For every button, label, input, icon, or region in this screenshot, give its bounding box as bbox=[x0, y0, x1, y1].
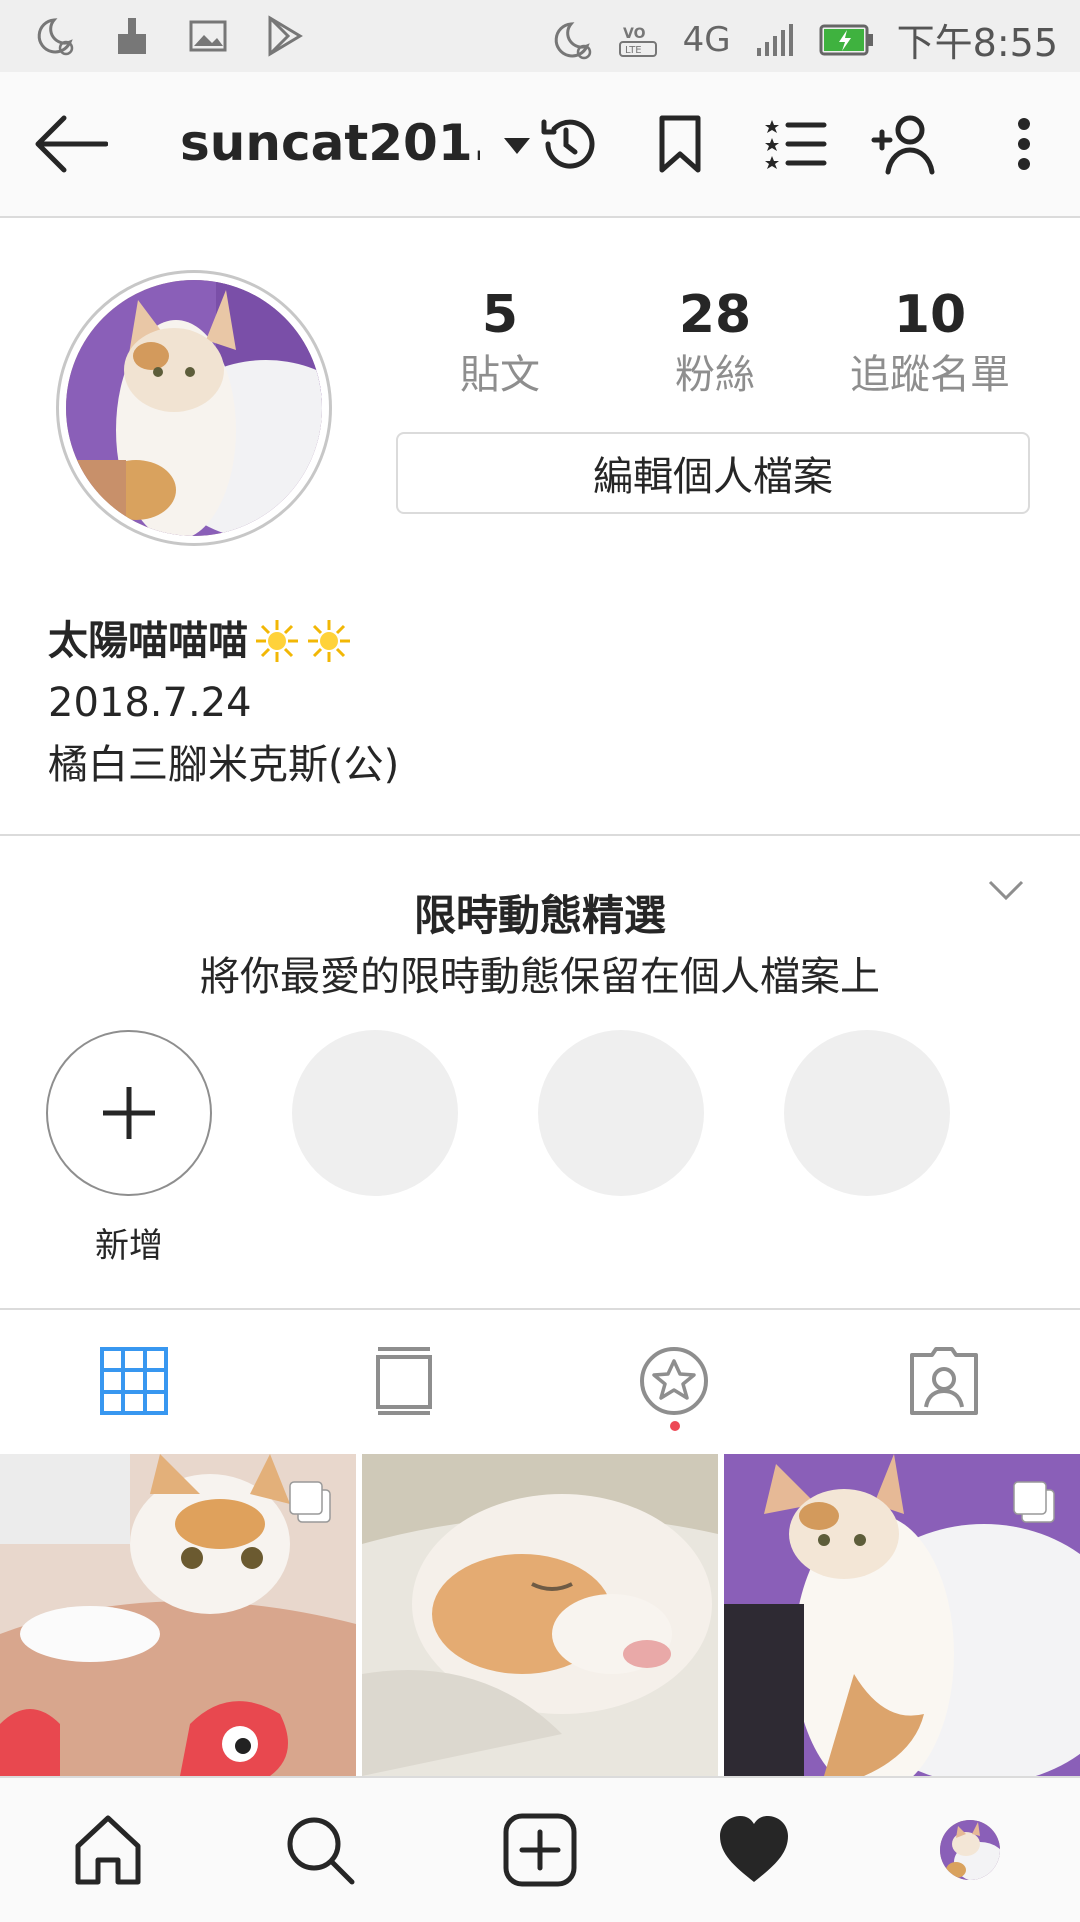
sun-emoji-icon bbox=[256, 620, 298, 662]
activity-heart-icon[interactable] bbox=[716, 1812, 792, 1888]
history-icon[interactable] bbox=[534, 112, 598, 176]
profile-display-name: 太陽喵喵喵 bbox=[48, 618, 248, 664]
stat-value: 5 bbox=[481, 285, 519, 345]
following-count-stat[interactable]: 10 追蹤名單 bbox=[825, 282, 1035, 402]
new-highlight-button[interactable] bbox=[46, 1030, 212, 1196]
network-type: 4G bbox=[682, 19, 731, 60]
volte-icon: VO LTE bbox=[618, 26, 657, 57]
post-thumbnail[interactable] bbox=[362, 1454, 718, 1776]
profile-stats: 5 貼文 28 粉絲 10 追蹤名單 bbox=[395, 282, 1035, 402]
cleaner-icon bbox=[118, 18, 146, 54]
play-store-icon bbox=[268, 15, 303, 57]
cat-photo-image bbox=[940, 1820, 1000, 1880]
stat-label: 追蹤名單 bbox=[850, 352, 1010, 398]
profile-tab-avatar[interactable] bbox=[940, 1820, 1000, 1880]
profile-avatar-ring[interactable] bbox=[56, 270, 332, 546]
bottom-navigation bbox=[0, 1776, 1080, 1922]
highlight-placeholder bbox=[784, 1030, 950, 1196]
profile-display-name-row: 太陽喵喵喵 bbox=[48, 610, 399, 672]
clock: 下午8:55 bbox=[896, 21, 1058, 65]
post-thumbnail[interactable] bbox=[0, 1454, 356, 1776]
posts-count-stat[interactable]: 5 貼文 bbox=[395, 282, 605, 402]
more-options-icon[interactable] bbox=[1000, 112, 1048, 176]
story-highlights-subtitle: 將你最愛的限時動態保留在個人檔案上 bbox=[200, 954, 880, 1000]
bookmark-icon[interactable] bbox=[648, 112, 712, 176]
stat-value: 28 bbox=[678, 285, 752, 345]
signal-icon bbox=[756, 23, 793, 56]
account-switch-caret-icon[interactable] bbox=[502, 134, 532, 158]
post-thumbnail[interactable] bbox=[724, 1454, 1080, 1776]
highlight-placeholder bbox=[292, 1030, 458, 1196]
username-title[interactable]: suncat201.. bbox=[180, 114, 480, 172]
notification-dot bbox=[670, 1421, 680, 1431]
section-divider bbox=[0, 1308, 1080, 1310]
tagged-tab-icon[interactable] bbox=[908, 1345, 980, 1417]
status-bar: VO LTE 4G 下午8:55 bbox=[0, 0, 1080, 72]
stat-label: 粉絲 bbox=[675, 352, 755, 398]
svg-text:LTE: LTE bbox=[625, 45, 642, 56]
multiple-images-icon bbox=[289, 1481, 331, 1523]
battery-charging-icon bbox=[819, 24, 873, 55]
svg-text:VO: VO bbox=[623, 26, 646, 42]
grid-view-tab-icon[interactable] bbox=[98, 1345, 170, 1417]
cat-photo-image bbox=[66, 280, 322, 536]
bio-text-line: 橘白三腳米克斯(公) bbox=[48, 742, 400, 788]
stat-value: 10 bbox=[893, 285, 967, 345]
sun-emoji-icon bbox=[308, 620, 350, 662]
followers-count-stat[interactable]: 28 粉絲 bbox=[610, 282, 820, 402]
section-divider bbox=[0, 834, 1080, 836]
chevron-down-icon[interactable] bbox=[986, 876, 1026, 904]
close-friends-list-icon[interactable] bbox=[764, 112, 828, 176]
profile-bio: 太陽喵喵喵 2018.7.24 橘白三腳米克斯(公) bbox=[48, 610, 399, 796]
feed-view-tab-icon[interactable] bbox=[368, 1345, 440, 1417]
story-highlights-title: 限時動態精選 bbox=[413, 891, 666, 940]
new-highlight-label: 新增 bbox=[95, 1226, 163, 1266]
search-icon[interactable] bbox=[282, 1812, 358, 1888]
saved-tab-icon[interactable] bbox=[638, 1345, 710, 1417]
add-person-icon[interactable] bbox=[870, 112, 940, 176]
image-icon bbox=[189, 20, 227, 52]
new-post-icon[interactable] bbox=[502, 1812, 578, 1888]
edit-profile-button[interactable]: 編輯個人檔案 bbox=[396, 432, 1030, 514]
highlight-placeholder bbox=[538, 1030, 704, 1196]
cat-photo-image bbox=[362, 1454, 718, 1776]
profile-top-bar: suncat201.. bbox=[0, 72, 1080, 218]
multiple-images-icon bbox=[1013, 1481, 1055, 1523]
profile-avatar[interactable] bbox=[66, 280, 322, 536]
home-icon[interactable] bbox=[70, 1812, 146, 1888]
plus-icon bbox=[103, 1087, 155, 1139]
stat-label: 貼文 bbox=[460, 352, 540, 398]
bio-text-line: 2018.7.24 bbox=[48, 680, 252, 726]
moon-alarm-icon bbox=[554, 21, 591, 59]
moon-alarm-icon bbox=[37, 18, 74, 56]
back-arrow-icon[interactable] bbox=[32, 112, 108, 176]
